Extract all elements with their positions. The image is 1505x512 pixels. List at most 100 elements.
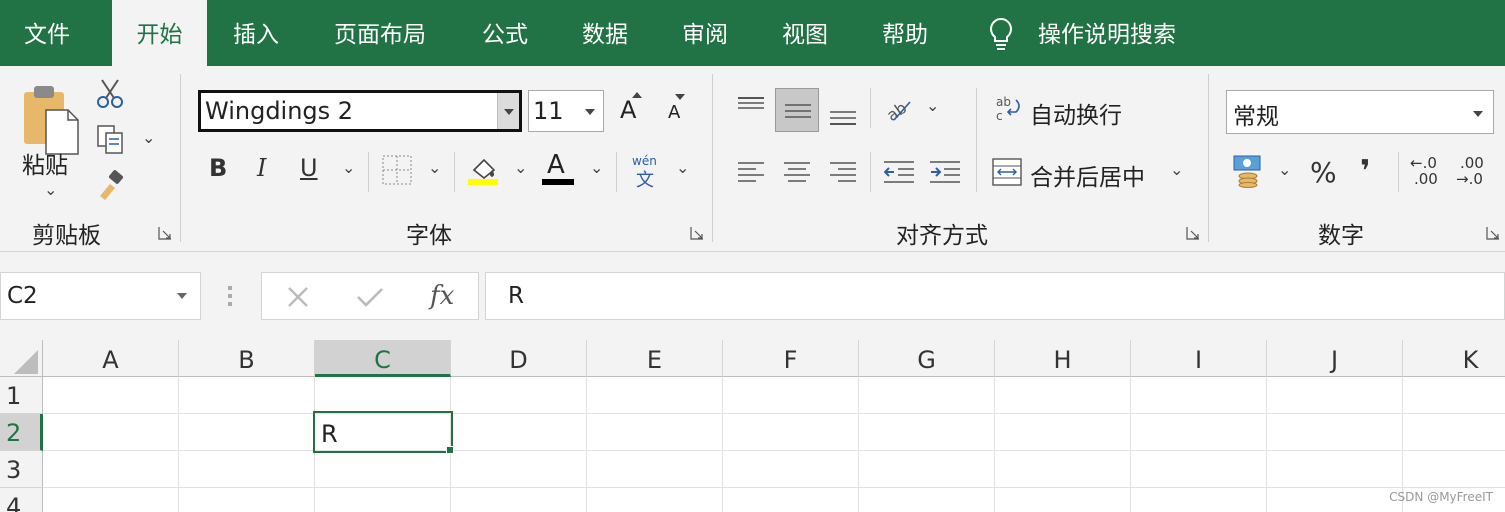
tab-home[interactable]: 开始 (112, 0, 207, 66)
cell-j4[interactable] (1267, 488, 1403, 512)
cell-e4[interactable] (587, 488, 723, 512)
paste-label[interactable]: 粘贴 (22, 146, 68, 180)
tab-review[interactable]: 审阅 (682, 0, 728, 66)
font-color-dropdown-icon[interactable]: ⌄ (590, 158, 603, 177)
shrink-font-icon[interactable]: A (668, 102, 680, 123)
align-right-icon[interactable] (830, 160, 856, 184)
wrap-text-button[interactable]: 自动换行 (1030, 96, 1122, 130)
tab-page-layout[interactable]: 页面布局 (334, 0, 426, 66)
cut-icon[interactable] (96, 78, 124, 110)
column-header-j[interactable]: J (1267, 340, 1403, 377)
select-all-button[interactable] (0, 340, 43, 377)
enter-check-icon[interactable] (356, 285, 384, 309)
column-header-c[interactable]: C (315, 340, 451, 377)
cell-i2[interactable] (1131, 414, 1267, 451)
paste-dropdown-icon[interactable]: ⌄ (44, 180, 57, 199)
cell-k2[interactable] (1403, 414, 1505, 451)
font-color-icon[interactable]: A (547, 150, 565, 180)
name-box[interactable]: C2 (0, 272, 201, 320)
tab-formulas[interactable]: 公式 (482, 0, 528, 66)
cell-a1[interactable] (43, 377, 179, 414)
cell-c4[interactable] (315, 488, 451, 512)
cell-k3[interactable] (1403, 451, 1505, 488)
align-middle-button[interactable] (775, 88, 819, 132)
increase-decimal-icon[interactable]: .00 (1414, 170, 1438, 188)
cell-i3[interactable] (1131, 451, 1267, 488)
align-bottom-icon[interactable] (830, 106, 856, 126)
column-header-h[interactable]: H (995, 340, 1131, 377)
cell-i4[interactable] (1131, 488, 1267, 512)
fill-color-dropdown-icon[interactable]: ⌄ (514, 158, 527, 177)
orientation-icon[interactable]: ab (884, 94, 914, 124)
accounting-format-icon[interactable] (1232, 154, 1264, 188)
underline-dropdown-icon[interactable]: ⌄ (342, 158, 355, 177)
alignment-launcher-icon[interactable] (1186, 226, 1200, 240)
decrease-indent-icon[interactable] (884, 160, 914, 184)
tab-data[interactable]: 数据 (582, 0, 628, 66)
row-header-2[interactable]: 2 (0, 414, 43, 451)
merge-center-dropdown-icon[interactable]: ⌄ (1170, 160, 1183, 179)
comma-style-button[interactable]: ❜ (1360, 154, 1370, 189)
cell-j2[interactable] (1267, 414, 1403, 451)
column-header-d[interactable]: D (451, 340, 587, 377)
cell-c3[interactable] (315, 451, 451, 488)
cell-a2[interactable] (43, 414, 179, 451)
column-header-a[interactable]: A (43, 340, 179, 377)
tell-me-search[interactable]: 操作说明搜索 (1038, 0, 1176, 66)
tab-view[interactable]: 视图 (782, 0, 828, 66)
cell-d2[interactable] (451, 414, 587, 451)
copy-icon[interactable] (96, 124, 126, 156)
wrap-text-icon[interactable]: ab c (994, 94, 1022, 124)
cell-d4[interactable] (451, 488, 587, 512)
cell-k1[interactable] (1403, 377, 1505, 414)
cell-f2[interactable] (723, 414, 859, 451)
formula-bar-splitter[interactable] (228, 286, 232, 306)
align-left-icon[interactable] (738, 160, 764, 184)
cell-b3[interactable] (179, 451, 315, 488)
grow-font-icon[interactable]: A (620, 96, 636, 124)
font-launcher-icon[interactable] (690, 226, 704, 240)
italic-button[interactable]: I (257, 154, 266, 182)
cell-f3[interactable] (723, 451, 859, 488)
cell-b4[interactable] (179, 488, 315, 512)
cell-g3[interactable] (859, 451, 995, 488)
clipboard-launcher-icon[interactable] (158, 226, 172, 240)
underline-button[interactable]: U (300, 154, 318, 182)
align-center-icon[interactable] (784, 160, 810, 184)
bold-button[interactable]: B (209, 154, 227, 182)
merge-center-button[interactable]: 合并后居中 (1030, 158, 1145, 192)
font-size-combobox[interactable]: 11 (528, 90, 604, 132)
number-format-combobox[interactable]: 常规 (1226, 90, 1494, 134)
borders-dropdown-icon[interactable]: ⌄ (428, 158, 441, 177)
number-launcher-icon[interactable] (1486, 226, 1500, 240)
orientation-dropdown-icon[interactable]: ⌄ (926, 96, 939, 115)
cell-f4[interactable] (723, 488, 859, 512)
fill-handle[interactable] (446, 446, 454, 454)
row-header-4[interactable]: 4 (0, 488, 43, 512)
fill-color-icon[interactable] (466, 152, 500, 186)
insert-function-button[interactable]: fx (430, 281, 454, 311)
tab-file[interactable]: 文件 (24, 0, 70, 66)
borders-icon[interactable] (381, 154, 413, 186)
cell-j3[interactable] (1267, 451, 1403, 488)
cell-e2[interactable] (587, 414, 723, 451)
font-size-dropdown-icon[interactable] (585, 109, 595, 115)
cell-c1[interactable] (315, 377, 451, 414)
percent-style-button[interactable]: % (1310, 156, 1337, 189)
accounting-dropdown-icon[interactable]: ⌄ (1278, 160, 1291, 179)
cell-e1[interactable] (587, 377, 723, 414)
cell-h1[interactable] (995, 377, 1131, 414)
font-name-dropdown[interactable] (497, 93, 519, 129)
lightbulb-icon[interactable] (984, 16, 1018, 52)
name-box-dropdown-icon[interactable] (177, 293, 187, 299)
align-top-icon[interactable] (738, 96, 764, 116)
cell-a3[interactable] (43, 451, 179, 488)
merge-center-icon[interactable] (992, 158, 1022, 186)
cell-i1[interactable] (1131, 377, 1267, 414)
column-header-k[interactable]: K (1403, 340, 1505, 377)
copy-dropdown-icon[interactable]: ⌄ (142, 128, 155, 147)
phonetic-dropdown-icon[interactable]: ⌄ (676, 158, 689, 177)
increase-indent-icon[interactable] (930, 160, 960, 184)
cancel-icon[interactable] (286, 285, 310, 309)
tab-help[interactable]: 帮助 (882, 0, 928, 66)
